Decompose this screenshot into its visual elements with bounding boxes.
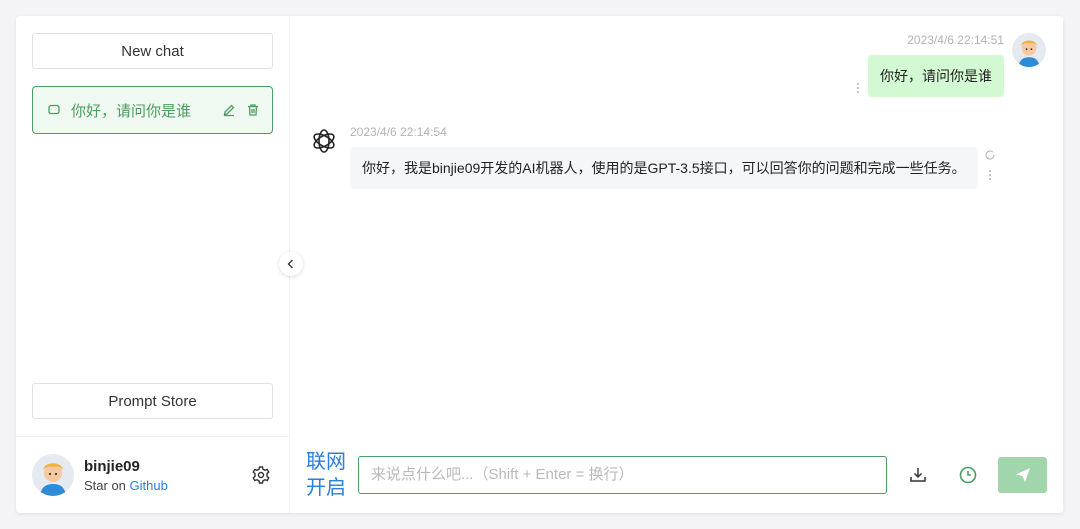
user-message-bubble: 你好，请问你是谁 bbox=[868, 55, 1004, 97]
new-chat-button[interactable]: New chat bbox=[32, 33, 273, 69]
export-button[interactable] bbox=[903, 460, 933, 490]
user-subtitle: Star on Github bbox=[84, 478, 251, 493]
collapse-sidebar-button[interactable] bbox=[279, 252, 303, 276]
prompt-store-button[interactable]: Prompt Store bbox=[32, 383, 273, 419]
sidebar: New chat 你好，请问你是谁 Prompt Store binjie09 … bbox=[16, 16, 290, 513]
message-input-box[interactable] bbox=[357, 455, 888, 494]
openai-logo-icon bbox=[308, 125, 340, 157]
message-time: 2023/4/6 22:14:54 bbox=[350, 125, 447, 139]
history-item-title: 你好，请问你是谁 bbox=[71, 102, 192, 120]
message-input[interactable] bbox=[370, 466, 875, 483]
sidebar-top: New chat 你好，请问你是谁 Prompt Store bbox=[16, 16, 289, 436]
trash-icon[interactable] bbox=[246, 103, 260, 117]
assistant-message: 2023/4/6 22:14:54 你好，我是binjie09开发的AI机器人，… bbox=[308, 125, 996, 189]
send-icon bbox=[1014, 466, 1032, 484]
chat-bubble-icon bbox=[47, 103, 61, 117]
more-options-icon[interactable] bbox=[856, 82, 860, 97]
user-name: binjie09 bbox=[84, 457, 140, 475]
history-button[interactable] bbox=[953, 460, 983, 490]
user-info: binjie09 Star on Github bbox=[84, 458, 251, 493]
history-item[interactable]: 你好，请问你是谁 bbox=[32, 86, 273, 134]
clock-icon bbox=[958, 465, 978, 485]
pencil-icon[interactable] bbox=[222, 103, 236, 117]
refresh-icon[interactable] bbox=[984, 149, 996, 161]
user-message: 2023/4/6 22:14:51 你好，请问你是谁 bbox=[856, 33, 1046, 97]
message-time: 2023/4/6 22:14:51 bbox=[907, 33, 1004, 47]
web-access-toggle[interactable]: 联网 开启 bbox=[306, 449, 350, 501]
chevron-left-icon bbox=[285, 258, 297, 270]
send-button[interactable] bbox=[998, 456, 1047, 493]
input-bar: 联网 开启 bbox=[290, 436, 1063, 513]
github-link[interactable]: Github bbox=[130, 478, 168, 493]
avatar bbox=[32, 454, 74, 496]
more-options-icon[interactable] bbox=[988, 169, 992, 181]
chat-area: 2023/4/6 22:14:51 你好，请问你是谁 2023/4/6 22:1… bbox=[290, 16, 1063, 513]
user-panel: binjie09 Star on Github bbox=[16, 436, 289, 513]
app-window: New chat 你好，请问你是谁 Prompt Store binjie09 … bbox=[16, 16, 1063, 513]
gear-icon[interactable] bbox=[251, 465, 271, 485]
avatar bbox=[1012, 33, 1046, 67]
assistant-message-bubble: 你好，我是binjie09开发的AI机器人，使用的是GPT-3.5接口，可以回答… bbox=[350, 147, 978, 189]
history-item-actions bbox=[222, 103, 260, 117]
download-icon bbox=[908, 465, 928, 485]
user-subtitle-prefix: Star on bbox=[84, 477, 126, 493]
